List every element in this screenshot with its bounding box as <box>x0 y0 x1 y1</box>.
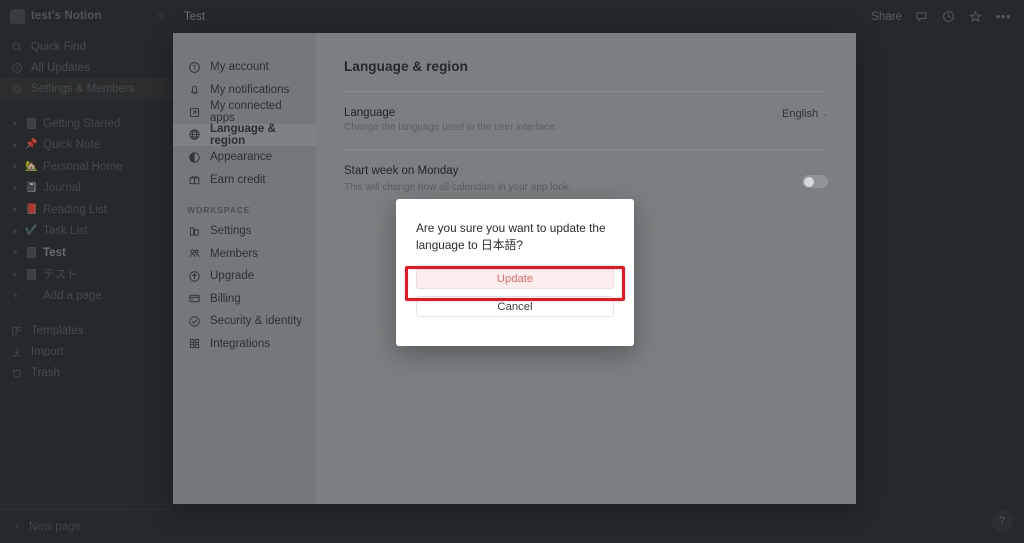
settings-item-label: Earn credit <box>210 173 266 186</box>
settings-item-security-identity[interactable]: Security & identity <box>173 310 316 333</box>
settings-item-label: Settings <box>210 225 252 238</box>
confirm-language-dialog: Are you sure you want to update the lang… <box>396 199 634 346</box>
settings-item-label: My connected apps <box>210 100 282 125</box>
settings-item-label: Upgrade <box>210 270 255 283</box>
gift-icon <box>187 173 201 187</box>
dialog-message: Are you sure you want to update the lang… <box>416 221 606 252</box>
setting-row-language: Language Change the language used in the… <box>344 92 828 133</box>
connected-apps-icon <box>187 105 201 119</box>
setting-description: This will change how all calendars in yo… <box>344 182 572 193</box>
settings-item-members[interactable]: Members <box>173 243 316 266</box>
settings-item-label: My notifications <box>210 83 290 96</box>
settings-item-label: Integrations <box>210 337 271 350</box>
setting-text-block: Language Change the language used in the… <box>344 107 782 133</box>
settings-section-header-workspace: WORKSPACE <box>187 205 251 215</box>
settings-item-upgrade[interactable]: Upgrade <box>173 265 316 288</box>
settings-item-appearance[interactable]: Appearance <box>173 146 316 169</box>
settings-item-billing[interactable]: Billing <box>173 288 316 311</box>
language-dropdown[interactable]: English ⌄ <box>782 107 828 120</box>
appearance-icon <box>187 150 201 164</box>
setting-text-block: Start week on Monday This will change ho… <box>344 165 802 193</box>
notion-app-window: test's Notion ⌄ « Quick Find All Updates <box>0 0 1024 543</box>
person-circle-icon: T <box>187 60 201 74</box>
settings-item-label: Language & region <box>210 122 276 147</box>
bell-icon <box>187 83 201 97</box>
settings-item-my-account[interactable]: T My account <box>173 56 316 79</box>
settings-item-earn-credit[interactable]: Earn credit <box>173 169 316 192</box>
settings-item-my-notifications[interactable]: My notifications <box>173 79 316 102</box>
members-icon <box>187 247 201 261</box>
shield-check-icon <box>187 314 201 328</box>
cancel-button[interactable]: Cancel <box>416 296 614 317</box>
setting-label: Language <box>344 107 396 119</box>
settings-item-language-region[interactable]: Language & region <box>173 122 316 147</box>
settings-sidebar: T My account My notifications My connect… <box>173 33 316 504</box>
upgrade-icon <box>187 269 201 283</box>
setting-description: Change the language used in the user int… <box>344 122 558 133</box>
svg-text:T: T <box>192 65 196 72</box>
setting-row-start-week-monday: Start week on Monday This will change ho… <box>344 150 828 193</box>
toggle-knob <box>803 176 814 187</box>
settings-item-label: Members <box>210 247 258 260</box>
settings-item-my-connected-apps[interactable]: My connected apps <box>173 100 316 125</box>
settings-item-label: Appearance <box>210 151 273 164</box>
setting-label: Start week on Monday <box>344 165 459 177</box>
settings-item-integrations[interactable]: Integrations <box>173 333 316 356</box>
settings-item-label: Billing <box>210 292 241 305</box>
settings-page-title: Language & region <box>344 59 468 74</box>
chevron-down-icon: ⌄ <box>822 111 828 118</box>
globe-icon <box>187 128 201 142</box>
start-week-toggle[interactable] <box>802 175 828 188</box>
grid-icon <box>187 337 201 351</box>
building-icon <box>187 224 201 238</box>
settings-item-label: Security & identity <box>210 315 303 328</box>
billing-icon <box>187 292 201 306</box>
settings-item-settings[interactable]: Settings <box>173 220 316 243</box>
language-selected-value: English <box>782 108 819 120</box>
settings-item-label: My account <box>210 61 269 74</box>
update-button[interactable]: Update <box>416 268 614 289</box>
